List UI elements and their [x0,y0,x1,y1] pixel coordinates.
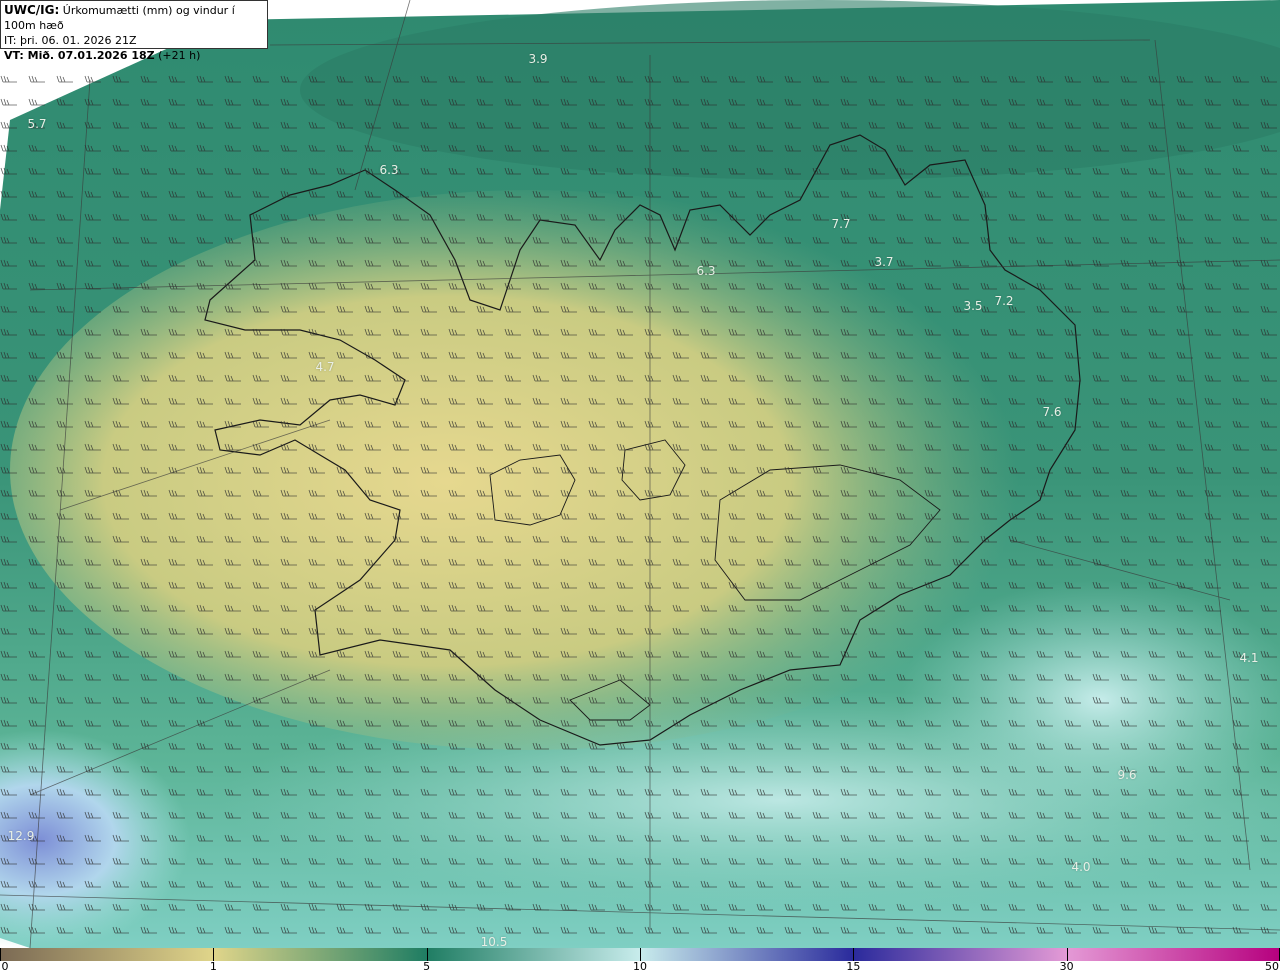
valid-time: VT: Mið. 07.01.2026 18Z [4,49,155,62]
value-label: 7.7 [831,217,851,231]
colorbar-tick-label: 15 [846,960,861,973]
map-canvas [0,0,1280,948]
value-label: 7.6 [1042,405,1062,419]
colorbar-tick-label: 50 [1265,960,1279,973]
colorbar-tick-label: 30 [1059,960,1074,973]
product-code: UWC/IG: [4,3,60,17]
value-label: 7.2 [994,294,1014,308]
map-info-box: UWC/IG: Úrkomumætti (mm) og vindur í 100… [0,0,268,62]
wind-barbs-field [0,60,1280,940]
colorbar: 0 1 5 10 15 30 50 [0,948,1280,978]
value-label: 4.0 [1071,860,1091,874]
value-label: 5.7 [27,117,47,131]
lead-time: (+21 h) [154,49,201,62]
title-line: UWC/IG: Úrkomumætti (mm) og vindur í 100… [4,3,264,33]
value-label: 3.7 [874,255,894,269]
value-label: 4.7 [315,360,335,374]
init-time: IT: þri. 06. 01. 2026 21Z [4,34,137,47]
colorbar-tick-label: 0 [1,960,9,973]
colorbar-tick-label: 10 [633,960,647,973]
value-label: 10.5 [480,935,508,948]
value-label: 6.3 [696,264,716,278]
value-label: 12.9 [7,829,35,843]
value-label: 3.9 [528,52,548,66]
value-label: 9.6 [1117,768,1137,782]
value-label: 3.5 [963,299,983,313]
map-area: 3.9 5.7 6.3 7.7 3.7 6.3 3.5 7.2 4.7 7.6 … [0,0,1280,948]
valid-time-line: VT: Mið. 07.01.2026 18Z (+21 h) [4,48,264,63]
colorbar-tick-label: 5 [423,960,431,973]
value-label: 6.3 [379,163,399,177]
value-label: 4.1 [1239,651,1259,665]
colorbar-tick-label: 1 [209,960,217,973]
